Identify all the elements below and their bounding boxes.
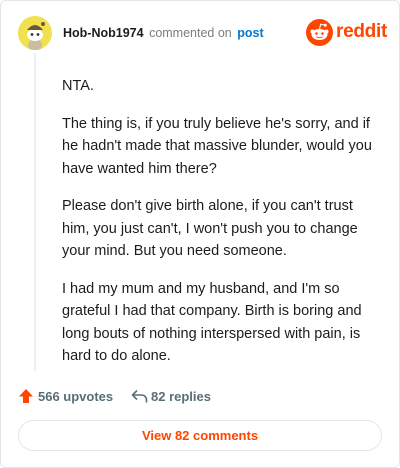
comment-card: Hob-Nob1974 commented on post reddit NTA… bbox=[0, 0, 400, 468]
reddit-wordmark: reddit bbox=[336, 21, 387, 42]
comment-byline: Hob-Nob1974 commented on post bbox=[63, 26, 264, 40]
thread-line[interactable] bbox=[34, 53, 36, 371]
view-comments-button[interactable]: View 82 comments bbox=[18, 420, 382, 451]
comment-footer: 566 upvotes 82 replies bbox=[18, 386, 383, 408]
reddit-brand[interactable]: reddit bbox=[306, 19, 387, 47]
reddit-logo-icon bbox=[306, 19, 333, 46]
reply-arrow-icon bbox=[131, 389, 148, 403]
replies-count: 82 replies bbox=[151, 389, 211, 404]
comment-paragraph: NTA. bbox=[62, 78, 94, 94]
comment-paragraph: Please don't give birth alone, if you ca… bbox=[62, 198, 358, 259]
comment-body: NTA. The thing is, if you truly believe … bbox=[62, 75, 380, 383]
comment-header: Hob-Nob1974 commented on post reddit bbox=[18, 16, 387, 50]
post-link[interactable]: post bbox=[237, 26, 263, 40]
avatar[interactable] bbox=[18, 16, 52, 50]
author-username[interactable]: Hob-Nob1974 bbox=[63, 26, 144, 40]
upvote-count: 566 upvotes bbox=[38, 389, 114, 404]
upvote-arrow-icon bbox=[19, 389, 33, 403]
comment-action-text: commented on bbox=[149, 26, 232, 40]
comment-paragraph: The thing is, if you truly believe he's … bbox=[62, 115, 372, 177]
comment-paragraph: I had my mum and my husband, and I'm so … bbox=[62, 280, 362, 365]
snoo-avatar-icon bbox=[18, 16, 52, 50]
